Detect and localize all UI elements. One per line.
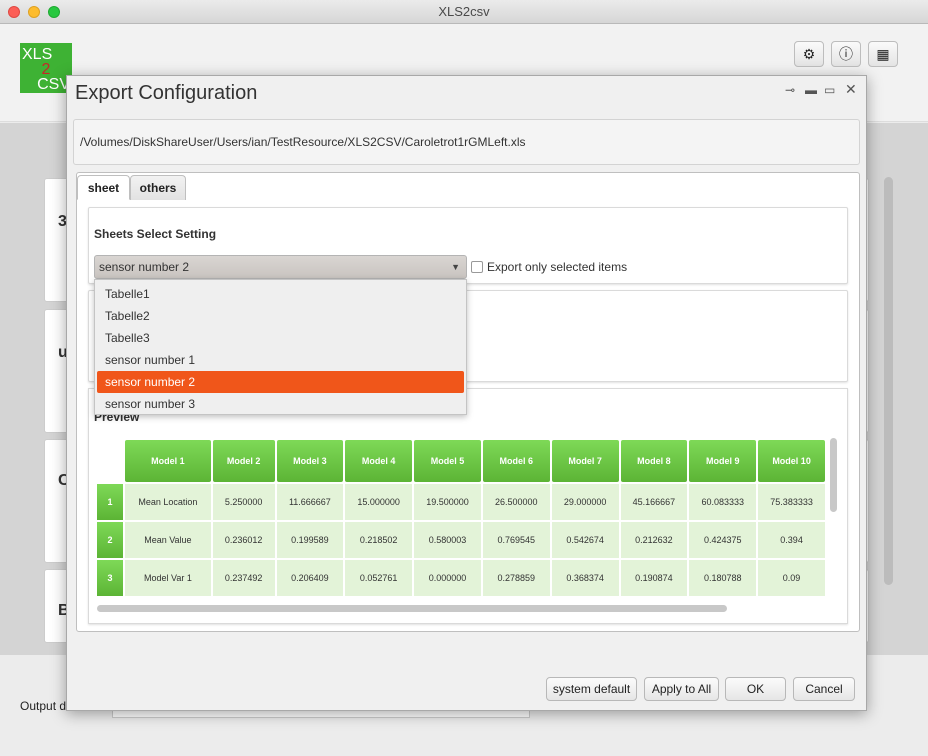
table-cell: 0.368374: [551, 560, 619, 596]
apply-to-all-button[interactable]: Apply to All: [644, 677, 719, 701]
export-only-checkbox[interactable]: [471, 261, 483, 273]
table-row: 1 Mean Location 5.250000 11.666667 15.00…: [97, 484, 825, 520]
horizontal-scrollbar[interactable]: [97, 605, 727, 612]
column-header[interactable]: Model 1: [125, 440, 211, 482]
table-cell: 0.206409: [276, 560, 344, 596]
dropdown-item-sensor-2[interactable]: sensor number 2: [97, 371, 464, 393]
column-header[interactable]: Model 5: [414, 440, 481, 482]
chevron-down-icon: ▼: [451, 262, 460, 272]
preview-table: Model 1 Model 2 Model 3 Model 4 Model 5 …: [95, 438, 827, 600]
table-cell: 75.383333: [758, 484, 825, 520]
column-header[interactable]: Model 9: [689, 440, 757, 482]
table-cell: 0.212632: [620, 522, 688, 558]
table-cell: 26.500000: [482, 484, 550, 520]
table-cell: 11.666667: [276, 484, 344, 520]
corner-cell: [97, 440, 123, 482]
table-cell: 0.424375: [689, 522, 757, 558]
table-cell: Model Var 1: [125, 560, 211, 596]
row-number: 3: [97, 560, 124, 596]
table-cell: 19.500000: [414, 484, 481, 520]
sheet-dropdown-list: Tabelle1 Tabelle2 Tabelle3 sensor number…: [94, 279, 467, 415]
table-cell: 0.09: [758, 560, 825, 596]
table-cell: 0.580003: [414, 522, 481, 558]
info-button[interactable]: ⓘ: [831, 41, 861, 67]
column-header[interactable]: Model 6: [482, 440, 550, 482]
table-cell: 15.000000: [345, 484, 413, 520]
minimize-window-button[interactable]: [28, 6, 40, 18]
dropdown-item-tabelle3[interactable]: Tabelle3: [97, 327, 464, 349]
table-cell: 60.083333: [689, 484, 757, 520]
table-cell: 0.000000: [414, 560, 481, 596]
ok-button[interactable]: OK: [725, 677, 786, 701]
grid-button[interactable]: ▦: [868, 41, 898, 67]
table-cell: 0.394: [758, 522, 825, 558]
table-cell: 45.166667: [620, 484, 688, 520]
table-cell: 0.769545: [482, 522, 550, 558]
table-cell: 29.000000: [551, 484, 619, 520]
sheets-select-title: Sheets Select Setting: [94, 227, 217, 241]
window-title: XLS2csv: [438, 4, 490, 19]
column-header[interactable]: Model 7: [551, 440, 619, 482]
file-path-field: /Volumes/DiskShareUser/Users/ian/TestRes…: [73, 119, 860, 165]
table-cell: 0.199589: [276, 522, 344, 558]
table-header-row: Model 1 Model 2 Model 3 Model 4 Model 5 …: [97, 440, 825, 482]
tab-others[interactable]: others: [130, 175, 186, 200]
table-cell: 0.542674: [551, 522, 619, 558]
table-cell: 0.237492: [212, 560, 275, 596]
table-cell: 0.236012: [212, 522, 275, 558]
tab-sheet[interactable]: sheet: [77, 175, 130, 200]
column-header[interactable]: Model 2: [212, 440, 275, 482]
logo-text-2: 2: [41, 61, 51, 78]
dropdown-item-tabelle1[interactable]: Tabelle1: [97, 283, 464, 305]
column-header[interactable]: Model 3: [276, 440, 344, 482]
table-cell: 0.052761: [345, 560, 413, 596]
minimize-icon[interactable]: ▬: [805, 83, 817, 97]
dropdown-item-tabelle2[interactable]: Tabelle2: [97, 305, 464, 327]
pin-icon[interactable]: ⊸: [785, 83, 795, 97]
export-configuration-dialog: Export Configuration ⊸ ▬ ▭ ✕ /Volumes/Di…: [66, 75, 867, 711]
row-number: 2: [97, 522, 124, 558]
table-cell: Mean Location: [125, 484, 211, 520]
table-cell: 0.278859: [482, 560, 550, 596]
table-cell: 5.250000: [212, 484, 275, 520]
background-scrollbar[interactable]: [884, 177, 893, 585]
alert-icon: ⓘ: [839, 46, 853, 62]
table-cell: 0.218502: [345, 522, 413, 558]
sheet-select-combo[interactable]: sensor number 2 ▼: [94, 255, 467, 279]
table-row: 3 Model Var 1 0.237492 0.206409 0.052761…: [97, 560, 825, 596]
table-cell: 0.180788: [689, 560, 757, 596]
logo-text-csv: CSV: [37, 76, 70, 93]
vertical-scrollbar[interactable]: [830, 438, 837, 512]
maximize-icon[interactable]: ▭: [824, 83, 835, 97]
dropdown-item-sensor-3[interactable]: sensor number 3: [97, 393, 464, 415]
export-only-label: Export only selected items: [487, 260, 628, 274]
column-header[interactable]: Model 8: [620, 440, 688, 482]
zoom-window-button[interactable]: [48, 6, 60, 18]
table-cell: 0.190874: [620, 560, 688, 596]
table-row: 2 Mean Value 0.236012 0.199589 0.218502 …: [97, 522, 825, 558]
table-cell: Mean Value: [125, 522, 211, 558]
close-icon[interactable]: ✕: [845, 81, 857, 98]
system-default-button[interactable]: system default: [546, 677, 637, 701]
app-logo: XLS 2 CSV: [20, 43, 72, 93]
close-window-button[interactable]: [8, 6, 20, 18]
dropdown-item-sensor-1[interactable]: sensor number 1: [97, 349, 464, 371]
settings-button[interactable]: ⚙: [794, 41, 824, 67]
cancel-button[interactable]: Cancel: [793, 677, 855, 701]
row-number: 1: [97, 484, 124, 520]
combo-value: sensor number 2: [99, 260, 190, 274]
grid-icon: ▦: [876, 46, 890, 62]
dialog-title: Export Configuration: [75, 82, 258, 104]
column-header[interactable]: Model 10: [758, 440, 825, 482]
column-header[interactable]: Model 4: [345, 440, 413, 482]
output-label: Output d: [20, 699, 67, 713]
gear-icon: ⚙: [802, 46, 816, 62]
window-titlebar: XLS2csv: [0, 0, 928, 24]
